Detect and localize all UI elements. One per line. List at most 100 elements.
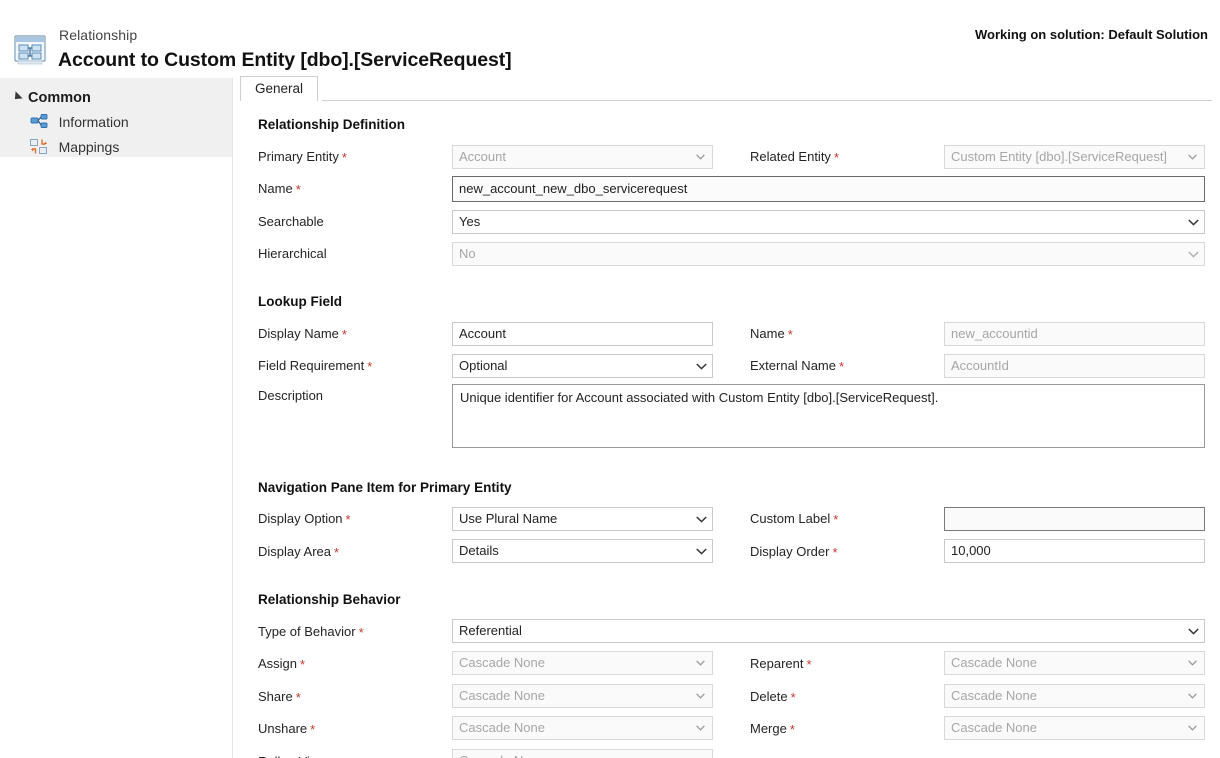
field-value: Cascade None <box>951 720 1037 735</box>
navigation-sidebar: Common Information Mappings <box>0 78 232 157</box>
label-text: Custom Label <box>750 511 831 526</box>
sidebar-group-label: Common <box>28 90 91 106</box>
chevron-down-icon <box>696 516 707 523</box>
working-solution-label: Working on solution: Default Solution <box>974 27 1208 42</box>
label-display-option: Display Option * <box>258 511 351 527</box>
label-text: Display Order <box>750 544 830 559</box>
tab-general[interactable]: General <box>240 76 319 101</box>
required-marker: * <box>790 690 796 705</box>
field-external-name[interactable]: AccountId <box>944 354 1205 378</box>
chevron-down-icon <box>1188 725 1197 731</box>
required-marker: * <box>358 625 364 640</box>
section-title-navigation-pane: Navigation Pane Item for Primary Entity <box>258 480 512 495</box>
required-marker: * <box>300 657 306 672</box>
chevron-down-icon <box>696 154 705 160</box>
label-text: Hierarchical <box>258 246 327 261</box>
sidebar-item-information[interactable]: Information <box>30 114 129 136</box>
required-marker: * <box>310 722 316 737</box>
field-value: Cascade None <box>951 655 1037 670</box>
required-marker: * <box>787 327 793 342</box>
field-description[interactable]: Unique identifier for Account associated… <box>452 384 1205 448</box>
page-title: Account to Custom Entity [dbo].[ServiceR… <box>58 49 512 71</box>
chevron-down-icon <box>696 548 707 555</box>
required-marker: * <box>833 150 839 165</box>
field-related-entity[interactable]: Custom Entity [dbo].[ServiceRequest] <box>944 145 1205 169</box>
field-value: Yes <box>459 214 481 229</box>
label-text: Field Requirement <box>258 358 365 373</box>
required-marker: * <box>341 327 347 342</box>
tab-strip: General <box>240 76 1212 101</box>
field-rollup-view[interactable]: Cascade None <box>452 749 713 758</box>
required-marker: * <box>295 690 301 705</box>
chevron-down-icon <box>1188 251 1199 258</box>
section-title-relationship-behavior: Relationship Behavior <box>258 592 401 607</box>
label-description: Description <box>258 388 323 403</box>
field-value: Account <box>459 149 506 164</box>
chevron-down-icon <box>696 725 705 731</box>
field-reparent[interactable]: Cascade None <box>944 651 1205 675</box>
label-external-name: External Name * <box>750 358 844 374</box>
field-merge[interactable]: Cascade None <box>944 716 1205 740</box>
label-text: Delete <box>750 689 788 704</box>
field-custom-label[interactable] <box>944 507 1205 531</box>
label-display-area: Display Area * <box>258 544 340 560</box>
label-primary-entity: Primary Entity * <box>258 149 347 165</box>
label-text: Name <box>258 181 293 196</box>
label-text: Display Option <box>258 511 343 526</box>
chevron-down-icon <box>696 363 707 370</box>
field-unshare[interactable]: Cascade None <box>452 716 713 740</box>
label-custom-label: Custom Label * <box>750 511 839 527</box>
field-primary-entity[interactable]: Account <box>452 145 713 169</box>
field-value: Referential <box>459 623 522 638</box>
field-display-name[interactable]: Account <box>452 322 713 346</box>
field-value: 10,000 <box>951 543 991 558</box>
label-related-entity: Related Entity * <box>750 149 839 165</box>
label-text: Primary Entity <box>258 149 339 164</box>
mappings-arrow-icon <box>30 139 48 155</box>
header-eyebrow: Relationship <box>59 27 138 43</box>
label-text: Reparent <box>750 656 804 671</box>
label-field-requirement: Field Requirement * <box>258 358 373 374</box>
field-share[interactable]: Cascade None <box>452 684 713 708</box>
page-header: Relationship Account to Custom Entity [d… <box>0 0 1220 78</box>
section-title-relationship-definition: Relationship Definition <box>258 117 405 132</box>
label-text: Rollup View <box>258 754 326 758</box>
required-marker: * <box>833 512 839 527</box>
field-hierarchical[interactable]: No <box>452 242 1205 266</box>
label-text: Searchable <box>258 214 324 229</box>
sidebar-item-mappings[interactable]: Mappings <box>30 139 119 161</box>
required-marker: * <box>341 150 347 165</box>
field-value: new_account_new_dbo_servicerequest <box>459 181 688 196</box>
label-text: Display Area <box>258 544 331 559</box>
required-marker: * <box>333 545 340 560</box>
required-marker: * <box>789 722 795 737</box>
field-type-of-behavior[interactable]: Referential <box>452 619 1205 643</box>
label-merge: Merge * <box>750 721 795 737</box>
chevron-down-icon <box>1188 660 1197 666</box>
required-marker: * <box>367 359 373 374</box>
field-value: Cascade None <box>951 688 1037 703</box>
field-assign[interactable]: Cascade None <box>452 651 713 675</box>
field-searchable[interactable]: Yes <box>452 210 1205 234</box>
sidebar-item-label: Mappings <box>58 139 120 155</box>
field-display-option[interactable]: Use Plural Name <box>452 507 713 531</box>
label-unshare: Unshare * <box>258 721 316 737</box>
field-value: No <box>459 246 476 261</box>
field-lookup-name[interactable]: new_accountid <box>944 322 1205 346</box>
field-value: Unique identifier for Account associated… <box>460 390 939 405</box>
required-marker: * <box>295 182 301 197</box>
field-display-order[interactable]: 10,000 <box>944 539 1205 563</box>
field-name[interactable]: new_account_new_dbo_servicerequest <box>452 176 1205 202</box>
field-delete[interactable]: Cascade None <box>944 684 1205 708</box>
label-text: Type of Behavior <box>258 624 356 639</box>
sidebar-group-common[interactable]: Common <box>11 90 91 106</box>
label-text: Name <box>750 326 785 341</box>
chevron-down-icon <box>1188 219 1199 226</box>
label-name: Name * <box>258 181 301 197</box>
field-value: Cascade None <box>459 655 545 670</box>
field-field-requirement[interactable]: Optional <box>452 354 713 378</box>
label-hierarchical: Hierarchical <box>258 246 327 261</box>
collapse-caret-icon[interactable] <box>11 91 23 103</box>
chevron-down-icon <box>696 660 705 666</box>
field-display-area[interactable]: Details <box>452 539 713 563</box>
